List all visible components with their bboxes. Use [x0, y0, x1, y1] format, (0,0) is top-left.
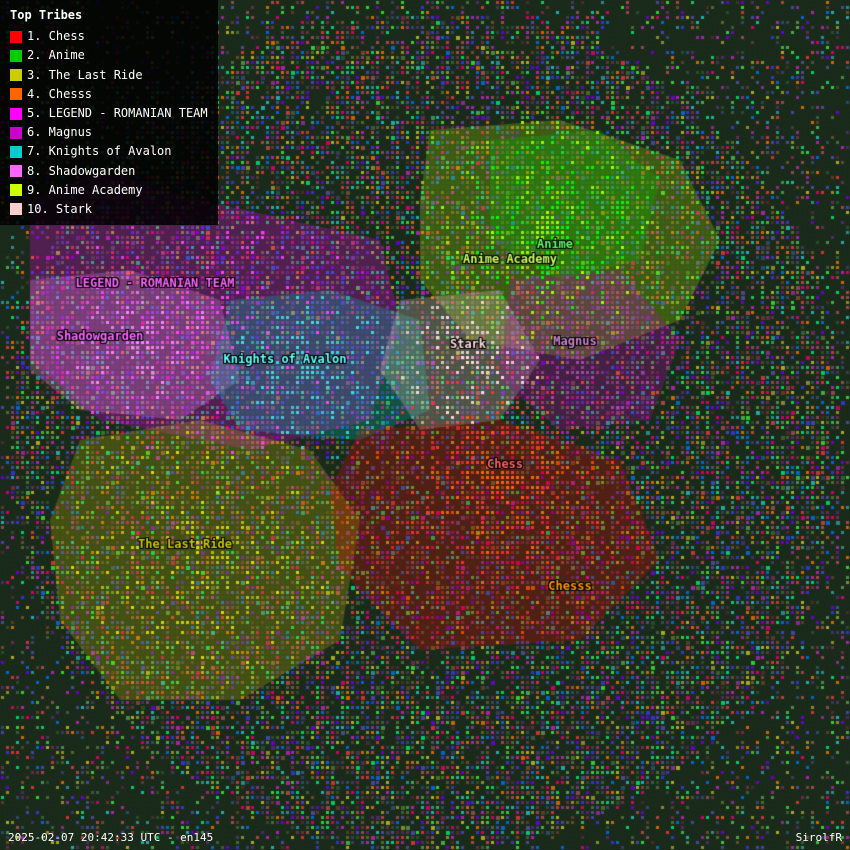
legend-rank-9: 10. Stark	[27, 200, 92, 219]
timestamp-label: 2025-02-07 20:42:33 UTC - en145	[8, 831, 213, 844]
legend-rank-6: 7. Knights of Avalon	[27, 142, 172, 161]
legend-item-1: 2. Anime	[10, 46, 208, 65]
legend-color-2	[10, 69, 22, 81]
legend-rank-4: 5. LEGEND - ROMANIAN TEAM	[27, 104, 208, 123]
legend-color-3	[10, 88, 22, 100]
legend-item-8: 9. Anime Academy	[10, 181, 208, 200]
legend-panel: Top Tribes 1. Chess2. Anime3. The Last R…	[0, 0, 218, 225]
legend-color-0	[10, 31, 22, 43]
legend-rank-1: 2. Anime	[27, 46, 85, 65]
legend-title: Top Tribes	[10, 6, 208, 25]
legend-color-4	[10, 108, 22, 120]
legend-rank-8: 9. Anime Academy	[27, 181, 143, 200]
legend-color-6	[10, 146, 22, 158]
legend-rank-7: 8. Shadowgarden	[27, 162, 135, 181]
legend-color-8	[10, 184, 22, 196]
legend-item-7: 8. Shadowgarden	[10, 162, 208, 181]
legend-item-5: 6. Magnus	[10, 123, 208, 142]
legend-item-2: 3. The Last Ride	[10, 66, 208, 85]
legend-rank-2: 3. The Last Ride	[27, 66, 143, 85]
legend-item-9: 10. Stark	[10, 200, 208, 219]
legend-item-6: 7. Knights of Avalon	[10, 142, 208, 161]
legend-item-3: 4. Chesss	[10, 85, 208, 104]
legend-color-1	[10, 50, 22, 62]
legend-rank-3: 4. Chesss	[27, 85, 92, 104]
legend-rank-5: 6. Magnus	[27, 123, 92, 142]
legend-rank-0: 1. Chess	[27, 27, 85, 46]
legend-color-5	[10, 127, 22, 139]
author-label: SirolfR	[796, 831, 842, 844]
legend-item-4: 5. LEGEND - ROMANIAN TEAM	[10, 104, 208, 123]
legend-color-7	[10, 165, 22, 177]
legend-item-0: 1. Chess	[10, 27, 208, 46]
legend-color-9	[10, 203, 22, 215]
